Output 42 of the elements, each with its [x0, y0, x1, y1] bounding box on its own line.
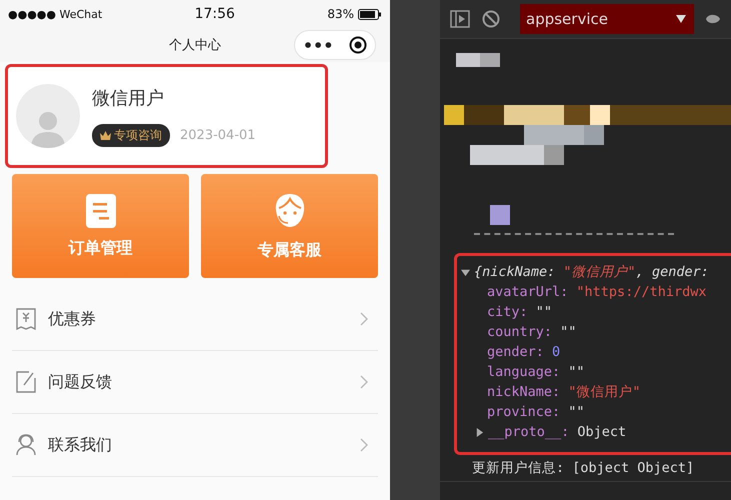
page-title: 个人中心 — [169, 37, 221, 54]
edit-icon — [16, 371, 36, 393]
member-date: 2023-04-01 — [180, 128, 256, 142]
chevron-right-icon — [360, 312, 368, 326]
object-summary[interactable]: {nickName: "微信用户", gender: — [474, 263, 709, 281]
proto-line[interactable]: __proto__: Object — [488, 424, 626, 440]
coupon-icon — [16, 308, 36, 330]
crown-icon — [100, 130, 111, 140]
expand-triangle-icon[interactable] — [475, 428, 484, 436]
property-line: country: "" — [487, 324, 576, 340]
context-select[interactable]: appservice — [520, 4, 694, 34]
tile-label: 专属客服 — [258, 240, 322, 260]
sidebar-toggle-icon[interactable] — [450, 10, 470, 28]
property-line: province: "" — [487, 404, 585, 420]
battery-percent: 83% — [327, 7, 354, 21]
status-carrier: ●●●●● WeChat — [8, 8, 102, 20]
menu-label: 联系我们 — [48, 434, 112, 456]
property-line: avatarUrl: "https://thirdwx — [487, 284, 706, 300]
tile-label: 订单管理 — [68, 238, 132, 258]
badge-label: 专项咨询 — [114, 126, 162, 144]
close-target-icon[interactable] — [349, 36, 368, 54]
more-button[interactable]: ••• — [302, 36, 334, 54]
menu-item[interactable]: 联系我们 — [12, 414, 378, 477]
status-time: 17:56 — [194, 6, 235, 22]
property-line: city: "" — [487, 304, 552, 320]
menu-label: 问题反馈 — [48, 372, 112, 392]
contact-person-icon — [16, 434, 36, 456]
menu-item[interactable]: 优惠券 — [12, 288, 378, 351]
battery-icon — [358, 8, 382, 20]
console-message: 更新用户信息: [object Object] — [472, 460, 694, 476]
chevron-right-icon — [360, 438, 368, 452]
property-line: language: "" — [487, 364, 585, 380]
property-line: gender: 0 — [487, 344, 560, 360]
menu-item[interactable]: 问题反馈 — [12, 351, 378, 414]
expand-triangle-icon[interactable] — [461, 268, 470, 276]
clear-console-icon[interactable] — [482, 10, 500, 28]
menu-label: 优惠券 — [48, 308, 96, 330]
user-name: 微信用户 — [92, 86, 165, 110]
document-icon — [86, 194, 116, 228]
property-line: nickName: "微信用户" — [487, 383, 641, 401]
chevron-right-icon — [360, 375, 368, 389]
dropdown-caret-icon — [676, 15, 686, 23]
